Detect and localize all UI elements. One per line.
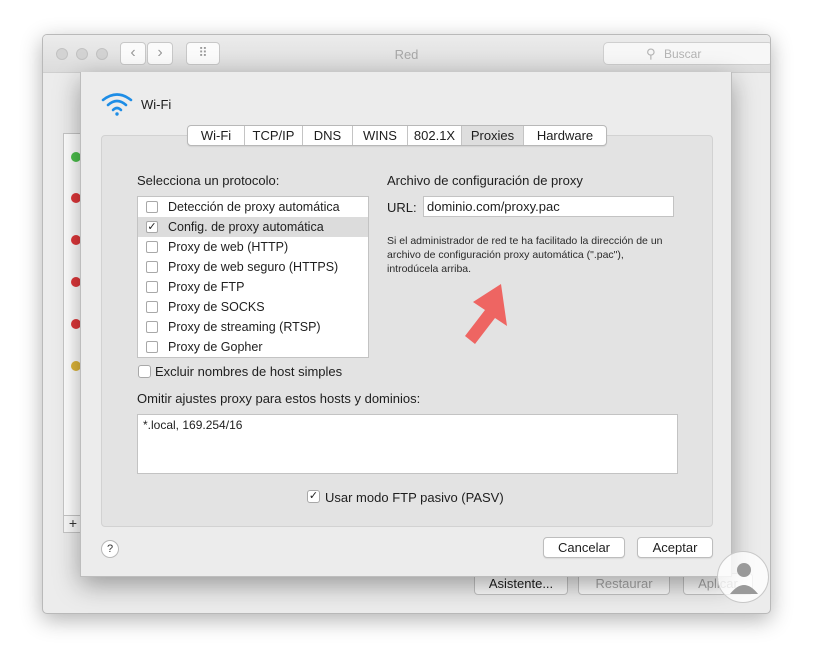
cancel-button[interactable]: Cancelar <box>543 537 625 558</box>
window-titlebar: ‹ › ⠿ Red ⚲ Buscar <box>43 35 770 73</box>
list-item[interactable]: ✓ Config. de proxy automática <box>138 217 368 237</box>
protocol-list[interactable]: Detección de proxy automática ✓ Config. … <box>137 196 369 358</box>
tab-8021x[interactable]: 802.1X <box>408 126 462 145</box>
annotation-arrow-icon <box>465 284 507 344</box>
tab-wifi[interactable]: Wi-Fi <box>188 126 245 145</box>
protocol-checkbox[interactable] <box>146 321 158 333</box>
list-item[interactable]: Proxy de web (HTTP) <box>138 237 368 257</box>
protocol-heading: Selecciona un protocolo: <box>137 173 280 188</box>
wifi-icon <box>101 93 133 116</box>
protocol-checkbox[interactable] <box>146 241 158 253</box>
config-help-text: Si el administrador de red te ha facilit… <box>387 235 663 275</box>
protocol-checkbox[interactable]: ✓ <box>146 221 158 233</box>
tab-bar: Wi-Fi TCP/IP DNS WINS 802.1X Proxies Har… <box>187 125 607 146</box>
protocol-checkbox[interactable] <box>146 261 158 273</box>
bypass-heading: Omitir ajustes proxy para estos hosts y … <box>137 391 421 406</box>
question-icon: ? <box>106 543 114 555</box>
search-field[interactable]: ⚲ Buscar <box>603 42 770 65</box>
tab-tcpip[interactable]: TCP/IP <box>245 126 303 145</box>
passive-ftp-label: Usar modo FTP pasivo (PASV) <box>325 490 504 505</box>
interface-title: Wi-Fi <box>141 97 172 112</box>
exclude-simple-hostnames-checkbox[interactable] <box>138 365 151 378</box>
list-item[interactable]: Proxy de web seguro (HTTPS) <box>138 257 368 277</box>
tab-proxies[interactable]: Proxies <box>462 126 524 145</box>
protocol-checkbox[interactable] <box>146 341 158 353</box>
tab-wins[interactable]: WINS <box>353 126 408 145</box>
list-item[interactable]: Proxy de streaming (RTSP) <box>138 317 368 337</box>
passive-ftp-checkbox[interactable]: ✓ <box>307 490 320 503</box>
watermark-logo-icon <box>717 551 769 603</box>
checkmark-icon: ✓ <box>308 490 319 502</box>
url-label: URL: <box>387 200 417 215</box>
advanced-network-sheet: Wi-Fi Wi-Fi TCP/IP DNS WINS 802.1X Proxi… <box>80 72 732 577</box>
list-item[interactable]: Proxy de FTP <box>138 277 368 297</box>
config-heading: Archivo de configuración de proxy <box>387 173 583 188</box>
protocol-checkbox[interactable] <box>146 301 158 313</box>
list-item[interactable]: Proxy de Gopher <box>138 337 368 357</box>
url-input[interactable]: dominio.com/proxy.pac <box>423 196 674 217</box>
protocol-checkbox[interactable] <box>146 201 158 213</box>
tab-dns[interactable]: DNS <box>303 126 353 145</box>
checkmark-icon: ✓ <box>147 221 157 233</box>
plus-icon: + <box>68 515 78 531</box>
tab-hardware[interactable]: Hardware <box>524 126 606 145</box>
search-icon: ⚲ <box>646 46 656 61</box>
list-item[interactable]: Proxy de SOCKS <box>138 297 368 317</box>
bypass-hosts-textarea[interactable]: *.local, 169.254/16 <box>137 414 678 474</box>
exclude-simple-hostnames-label: Excluir nombres de host simples <box>155 364 343 379</box>
list-item[interactable]: Detección de proxy automática <box>138 197 368 217</box>
help-button[interactable]: ? <box>101 540 119 558</box>
accept-button[interactable]: Aceptar <box>637 537 713 558</box>
protocol-checkbox[interactable] <box>146 281 158 293</box>
search-placeholder: Buscar <box>664 47 702 61</box>
